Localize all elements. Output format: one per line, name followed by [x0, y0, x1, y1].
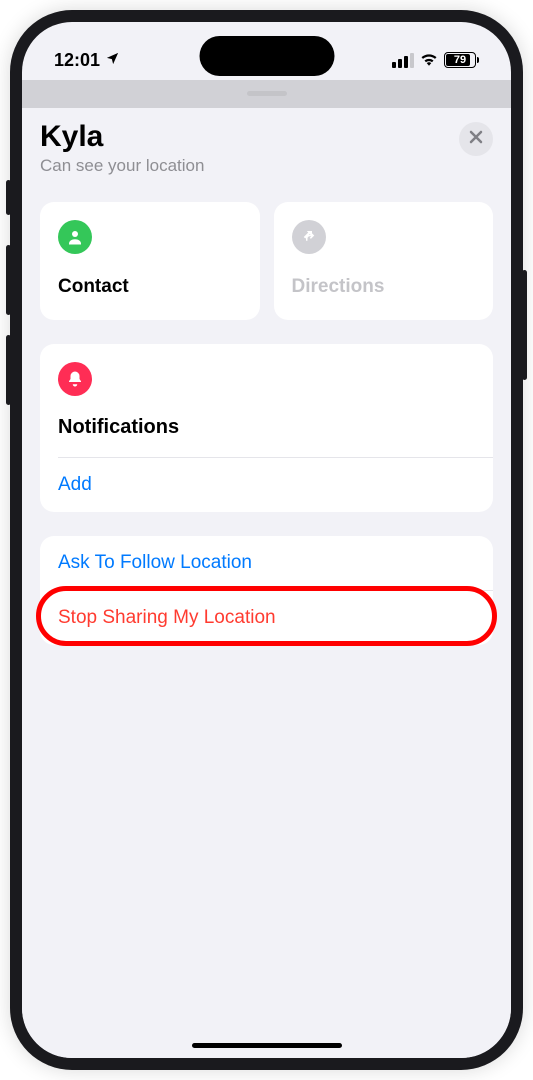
contact-label: Contact: [58, 276, 242, 298]
location-icon: [105, 50, 120, 71]
person-icon: [58, 220, 92, 254]
volume-up-button: [6, 245, 11, 315]
side-button: [6, 180, 11, 215]
sheet-background-peek: [22, 80, 511, 108]
page-title: Kyla: [40, 120, 204, 154]
notifications-card: Notifications Add: [40, 344, 493, 512]
add-notification-button[interactable]: Add: [40, 458, 493, 512]
directions-label: Directions: [292, 276, 476, 298]
sheet-grabber[interactable]: [247, 91, 287, 96]
actions-card: Ask To Follow Location Stop Sharing My L…: [40, 536, 493, 645]
page-subtitle: Can see your location: [40, 156, 204, 176]
screen: 12:01 79: [22, 22, 511, 1058]
power-button: [522, 270, 527, 380]
wifi-icon: [420, 50, 438, 71]
volume-down-button: [6, 335, 11, 405]
close-icon: [469, 129, 483, 149]
dynamic-island: [199, 36, 334, 76]
bell-icon: [58, 362, 92, 396]
directions-icon: [292, 220, 326, 254]
sheet-content: Kyla Can see your location Contact: [22, 108, 511, 1058]
home-indicator[interactable]: [192, 1043, 342, 1048]
cellular-signal-icon: [392, 53, 414, 68]
battery-percent: 79: [454, 54, 466, 66]
status-time: 12:01: [54, 50, 100, 71]
directions-tile[interactable]: Directions: [274, 202, 494, 320]
close-button[interactable]: [459, 122, 493, 156]
ask-follow-location-button[interactable]: Ask To Follow Location: [40, 536, 493, 590]
battery-icon: 79: [444, 52, 479, 68]
contact-tile[interactable]: Contact: [40, 202, 260, 320]
sheet-header: Kyla Can see your location: [40, 120, 493, 176]
notifications-title: Notifications: [58, 416, 475, 457]
stop-sharing-location-button[interactable]: Stop Sharing My Location: [40, 591, 493, 645]
phone-frame: 12:01 79: [10, 10, 523, 1070]
